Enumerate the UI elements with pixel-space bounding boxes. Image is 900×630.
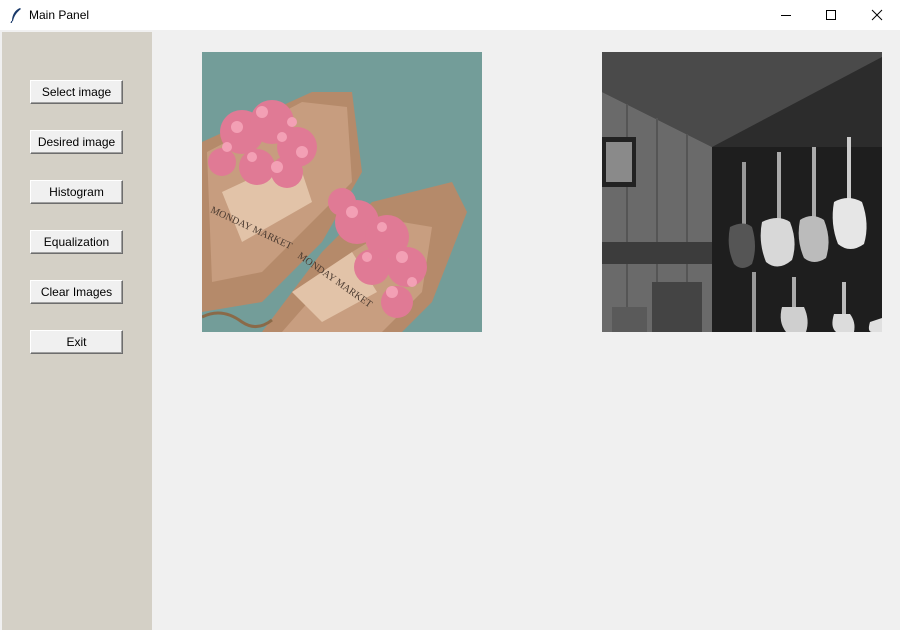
close-button[interactable] bbox=[854, 0, 900, 30]
minimize-icon bbox=[781, 15, 791, 16]
main-panel: Select image Desired image Histogram Equ… bbox=[0, 30, 900, 630]
title-bar: Main Panel bbox=[0, 0, 900, 30]
source-image: MONDAY MARKET MONDAY MARKET bbox=[202, 52, 482, 332]
histogram-button[interactable]: Histogram bbox=[30, 180, 123, 204]
maximize-icon bbox=[826, 10, 836, 20]
exit-button[interactable]: Exit bbox=[30, 330, 123, 354]
equalization-button[interactable]: Equalization bbox=[30, 230, 123, 254]
sidebar: Select image Desired image Histogram Equ… bbox=[2, 32, 152, 630]
select-image-button[interactable]: Select image bbox=[30, 80, 123, 104]
maximize-button[interactable] bbox=[808, 0, 854, 30]
close-icon bbox=[871, 9, 883, 21]
clear-images-button[interactable]: Clear Images bbox=[30, 280, 123, 304]
feather-icon bbox=[9, 7, 23, 24]
minimize-button[interactable] bbox=[763, 0, 809, 30]
desired-image bbox=[602, 52, 882, 332]
window-title: Main Panel bbox=[29, 8, 90, 22]
desired-image-button[interactable]: Desired image bbox=[30, 130, 123, 154]
